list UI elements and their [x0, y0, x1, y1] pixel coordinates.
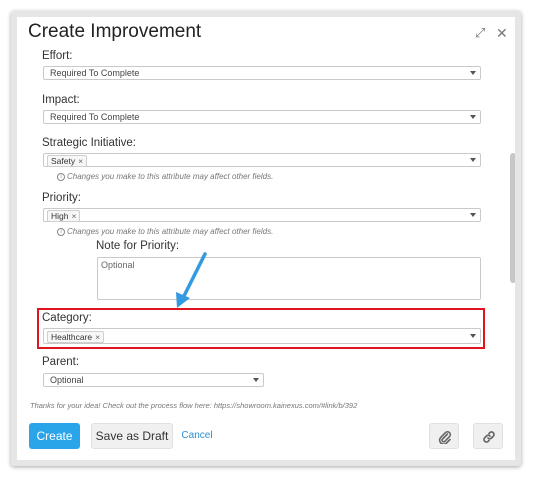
note-text: Changes you make to this attribute may a… [67, 172, 274, 181]
effort-label: Effort: [42, 50, 73, 62]
link-icon [483, 431, 495, 443]
dialog-title: Create Improvement [28, 21, 202, 42]
chevron-down-icon [470, 334, 476, 338]
paperclip-icon [438, 430, 452, 444]
strategic-initiative-note: i Changes you make to this attribute may … [57, 172, 273, 181]
info-icon: i [57, 227, 65, 236]
category-label: Category: [42, 312, 92, 324]
effort-value: Required To Complete [50, 68, 140, 78]
note-placeholder: Optional [101, 260, 135, 270]
tag-high: High × [47, 210, 81, 222]
impact-select[interactable]: Required To Complete [43, 110, 481, 124]
tag-healthcare: Healthcare × [47, 331, 105, 343]
note-for-priority-textarea[interactable]: Optional [97, 257, 481, 300]
parent-label: Parent: [42, 356, 80, 368]
chevron-down-icon [470, 158, 476, 162]
close-icon[interactable]: ✕ [496, 25, 508, 42]
parent-value: Optional [50, 375, 84, 385]
strategic-initiative-select[interactable]: Safety × [43, 153, 481, 167]
chevron-down-icon [253, 378, 259, 382]
scrollbar-thumb[interactable] [510, 153, 515, 283]
category-select[interactable]: Healthcare × [43, 328, 481, 344]
priority-select[interactable]: High × [43, 208, 481, 222]
link-button[interactable] [473, 423, 503, 449]
tag-label: Safety [51, 156, 76, 166]
impact-value: Required To Complete [50, 112, 140, 122]
create-improvement-dialog: Create Improvement ⤢ ✕ Effort: Required … [17, 17, 515, 460]
impact-label: Impact: [42, 94, 80, 106]
tag-safety: Safety × [47, 155, 88, 167]
cancel-button[interactable]: Cancel [181, 423, 213, 449]
parent-select[interactable]: Optional [43, 373, 264, 387]
expand-icon[interactable]: ⤢ [475, 25, 485, 41]
save-as-draft-button[interactable]: Save as Draft [91, 423, 173, 449]
chevron-down-icon [470, 213, 476, 217]
remove-tag-icon[interactable]: × [78, 156, 83, 166]
strategic-initiative-label: Strategic Initiative: [42, 137, 136, 149]
priority-label: Priority: [42, 192, 81, 204]
pointer-arrow-icon [176, 252, 207, 308]
chevron-down-icon [470, 71, 476, 75]
remove-tag-icon[interactable]: × [95, 332, 100, 342]
chevron-down-icon [470, 115, 476, 119]
remove-tag-icon[interactable]: × [71, 211, 76, 221]
tag-label: High [51, 211, 69, 221]
attach-button[interactable] [429, 423, 459, 449]
note-for-priority-label: Note for Priority: [96, 240, 180, 252]
create-button[interactable]: Create [29, 423, 80, 449]
tag-label: Healthcare [51, 332, 93, 342]
effort-select[interactable]: Required To Complete [43, 66, 481, 80]
info-icon: i [57, 172, 65, 181]
note-text: Changes you make to this attribute may a… [67, 227, 274, 236]
priority-note: i Changes you make to this attribute may … [57, 227, 273, 236]
thanks-message: Thanks for your idea! Check out the proc… [30, 401, 358, 410]
